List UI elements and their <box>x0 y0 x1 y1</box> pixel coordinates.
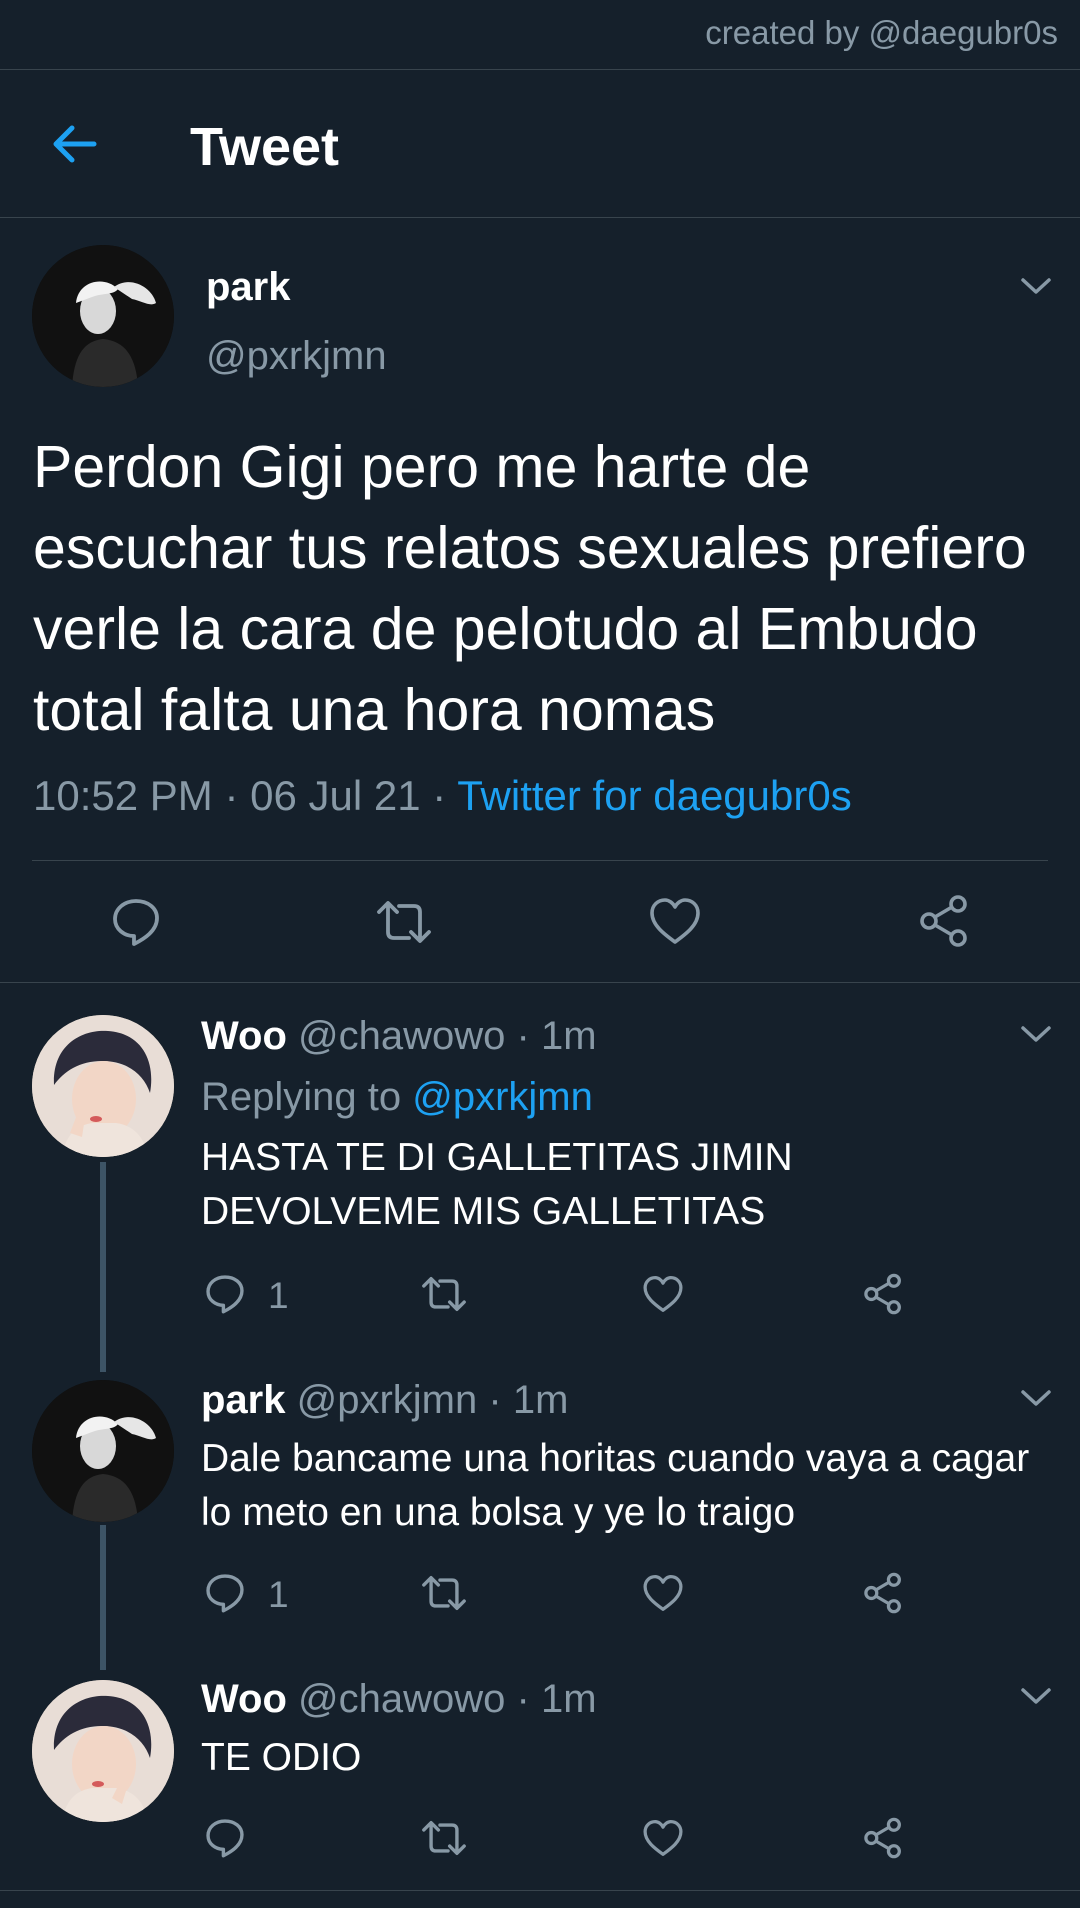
retweet-icon <box>422 1575 466 1611</box>
avatar-main[interactable] <box>32 245 174 387</box>
reply-count: 1 <box>268 1275 289 1316</box>
meta-separator: · <box>224 772 239 819</box>
author-name[interactable]: park <box>206 265 291 310</box>
avatar-reply[interactable] <box>32 1015 174 1157</box>
credit-text: created by @daegubr0s <box>705 14 1058 51</box>
reply-time: 1m <box>512 1378 569 1422</box>
reply-author-name[interactable]: Woo <box>201 1677 287 1721</box>
reply-button[interactable] <box>110 896 162 948</box>
retweet-button[interactable] <box>420 1817 468 1859</box>
reply-header: park @pxrkjmn · 1m <box>201 1378 568 1423</box>
reply-text: HASTA TE DI GALLETITAS JIMIN DEVOLVEME M… <box>201 1136 793 1233</box>
divider <box>32 860 1048 861</box>
reply-author-handle[interactable]: @chawowo <box>298 1677 505 1721</box>
like-button[interactable] <box>642 1573 684 1613</box>
tweet-date: 06 Jul 21 <box>250 772 421 819</box>
thread-line <box>100 1162 106 1372</box>
meta-separator: · <box>432 772 447 819</box>
replying-label: Replying to <box>201 1075 402 1119</box>
chevron-down-icon[interactable] <box>1019 1685 1053 1707</box>
reply-button[interactable] <box>204 1572 246 1614</box>
replying-mention-link[interactable]: @pxrkjmn <box>412 1075 593 1119</box>
speech-bubble-icon <box>206 1819 244 1858</box>
chevron-down-icon[interactable] <box>1019 275 1053 297</box>
share-button[interactable] <box>862 1572 904 1614</box>
credit-bar: created by @daegubr0s <box>0 0 1080 70</box>
share-button[interactable] <box>862 1273 904 1315</box>
heart-icon <box>643 1820 683 1856</box>
retweet-button[interactable] <box>420 1572 468 1614</box>
meta-separator: · <box>488 1378 502 1422</box>
author-handle[interactable]: @pxrkjmn <box>206 334 387 379</box>
heart-icon <box>643 1575 683 1611</box>
speech-bubble-icon <box>206 1574 244 1613</box>
tweet-time: 10:52 PM <box>33 772 213 819</box>
reply-author-handle[interactable]: @chawowo <box>298 1014 505 1058</box>
retweet-icon <box>422 1820 466 1856</box>
like-button[interactable] <box>642 1818 684 1858</box>
speech-bubble-icon <box>206 1275 244 1314</box>
reply-time: 1m <box>540 1677 597 1721</box>
arrow-left-icon[interactable] <box>48 118 100 170</box>
share-icon <box>864 1817 901 1859</box>
like-button[interactable] <box>642 1274 684 1314</box>
replying-to: Replying to @pxrkjmn <box>201 1075 593 1120</box>
share-icon <box>864 1273 901 1315</box>
avatar-reply[interactable] <box>32 1380 174 1522</box>
chevron-down-icon[interactable] <box>1019 1387 1053 1409</box>
meta-separator: · <box>516 1677 530 1721</box>
reply-button[interactable] <box>204 1273 246 1315</box>
reply-text: TE ODIO <box>201 1736 362 1779</box>
retweet-button[interactable] <box>375 896 433 948</box>
retweet-button[interactable] <box>420 1273 468 1315</box>
reply-button[interactable] <box>204 1817 246 1859</box>
reply-author-handle[interactable]: @pxrkjmn <box>297 1378 478 1422</box>
share-button[interactable] <box>862 1817 904 1859</box>
reply-header: Woo @chawowo · 1m <box>201 1014 597 1059</box>
tweet-text: Perdon Gigi pero me harte de escuchar tu… <box>33 434 1027 743</box>
reply-count: 1 <box>268 1574 289 1615</box>
heart-icon <box>643 1276 683 1312</box>
thread-line <box>100 1525 106 1670</box>
like-button[interactable] <box>648 896 702 946</box>
tweet-meta: 10:52 PM · 06 Jul 21 · Twitter for daegu… <box>33 772 852 820</box>
heart-icon <box>650 898 700 944</box>
share-icon <box>864 1572 901 1614</box>
share-icon <box>920 895 967 947</box>
retweet-icon <box>422 1276 466 1312</box>
page-title: Tweet <box>190 117 340 177</box>
reply-author-name[interactable]: Woo <box>201 1014 287 1058</box>
reply-time: 1m <box>540 1014 597 1058</box>
meta-separator: · <box>516 1014 530 1058</box>
avatar-reply[interactable] <box>32 1680 174 1822</box>
divider <box>0 982 1080 983</box>
tweet-source-link[interactable]: Twitter for daegubr0s <box>457 772 852 819</box>
chevron-down-icon[interactable] <box>1019 1023 1053 1045</box>
share-button[interactable] <box>918 894 970 948</box>
reply-header: Woo @chawowo · 1m <box>201 1677 597 1722</box>
speech-bubble-icon <box>113 899 159 946</box>
top-bar: Tweet <box>0 70 1080 218</box>
reply-author-name[interactable]: park <box>201 1378 286 1422</box>
reply-text: Dale bancame una horitas cuando vaya a c… <box>201 1437 1030 1534</box>
retweet-icon <box>377 901 431 943</box>
divider <box>0 1890 1080 1891</box>
